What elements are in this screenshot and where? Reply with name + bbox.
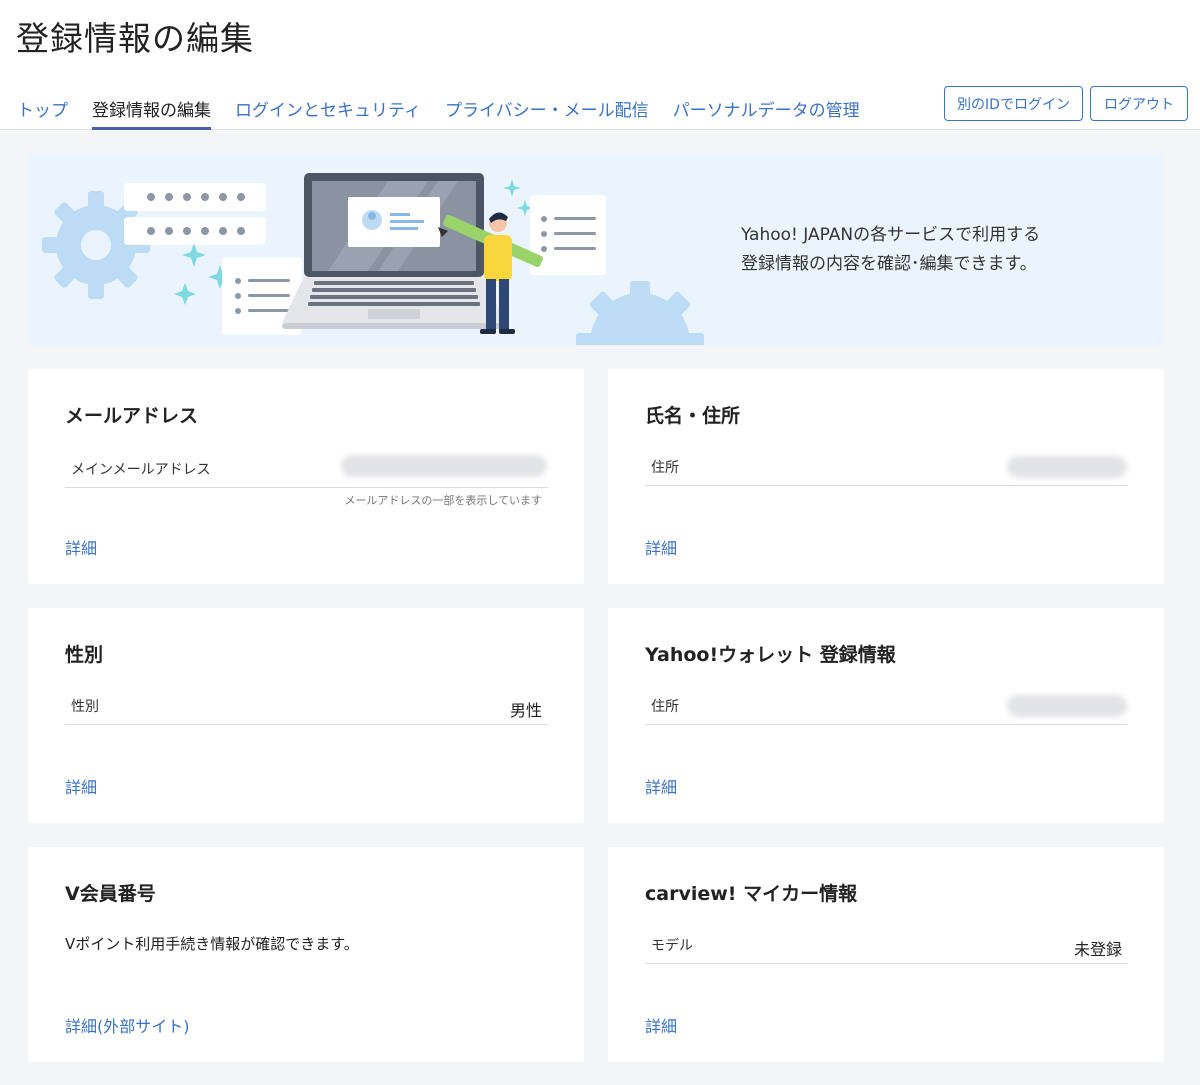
card-description: Vポイント利用手続き情報が確認できます。 [65,935,359,953]
email-partial-note: メールアドレスの一部を表示しています [344,494,542,507]
card-wallet: Yahoo!ウォレット 登録情報 住所 詳細 [608,608,1164,823]
masked-value [1007,695,1127,717]
logout-button[interactable]: ログアウト [1090,86,1188,121]
row-label: 住所 [651,460,679,476]
password-field-icon [124,183,266,245]
header: 登録情報の編集 トップ 登録情報の編集 ログインとセキュリティ プライバシー・メ… [0,0,1200,130]
email-row: メインメールアドレス メールアドレスの一部を表示しています [65,446,548,507]
tab-privacy-mail[interactable]: プライバシー・メール配信 [445,96,649,130]
masked-value [341,455,547,477]
list-card-icon [530,195,606,275]
row-value: 未登録 [1073,940,1122,959]
card-gender: 性別 性別 男性 詳細 [28,608,584,823]
masked-value [1007,456,1127,478]
address-row: 住所 [645,444,1128,486]
name-address-detail-link[interactable]: 詳細 [645,535,677,559]
gear-icon [576,281,704,345]
card-title: 氏名・住所 [645,405,741,427]
wallet-detail-link[interactable]: 詳細 [645,774,677,798]
login-other-id-button[interactable]: 別のIDでログイン [944,86,1083,121]
page-title: 登録情報の編集 [16,19,254,58]
row-label: メインメールアドレス [71,462,211,478]
main-content: Yahoo! JAPANの各サービスで利用する 登録情報の内容を確認･編集できま… [0,131,1200,1085]
card-title: carview! マイカー情報 [645,883,858,905]
card-title: 性別 [65,644,104,666]
card-email: メールアドレス メインメールアドレス メールアドレスの一部を表示しています 詳細 [28,369,584,584]
email-detail-link[interactable]: 詳細 [65,535,97,559]
row-value: 男性 [509,701,542,720]
banner-description: Yahoo! JAPANの各サービスで利用する 登録情報の内容を確認･編集できま… [741,221,1040,279]
tab-top[interactable]: トップ [17,96,68,130]
card-name-address: 氏名・住所 住所 詳細 [608,369,1164,584]
row-label: モデル [651,938,693,954]
card-title: V会員番号 [65,883,156,905]
car-model-row: モデル 未登録 [645,922,1128,964]
card-title: メールアドレス [65,405,199,427]
row-label: 住所 [651,699,679,715]
row-label: 性別 [71,699,99,715]
laptop-icon [282,173,506,329]
tab-edit-registration[interactable]: 登録情報の編集 [92,96,211,130]
gender-detail-link[interactable]: 詳細 [65,774,97,798]
tab-login-security[interactable]: ログインとセキュリティ [235,96,421,130]
wallet-address-row: 住所 [645,683,1128,725]
banner-line-2: 登録情報の内容を確認･編集できます。 [741,254,1037,274]
banner-line-1: Yahoo! JAPANの各サービスで利用する [741,225,1041,245]
intro-banner: Yahoo! JAPANの各サービスで利用する 登録情報の内容を確認･編集できま… [28,153,1164,345]
tab-personal-data[interactable]: パーソナルデータの管理 [673,96,860,130]
carview-detail-link[interactable]: 詳細 [645,1013,677,1037]
v-member-external-link[interactable]: 詳細(外部サイト) [65,1013,190,1037]
card-title: Yahoo!ウォレット 登録情報 [645,644,896,666]
card-v-member: V会員番号 Vポイント利用手続き情報が確認できます。 詳細(外部サイト) [28,847,584,1062]
gender-row: 性別 男性 [65,683,548,725]
card-carview: carview! マイカー情報 モデル 未登録 詳細 [608,847,1164,1062]
tab-bar: トップ 登録情報の編集 ログインとセキュリティ プライバシー・メール配信 パーソ… [17,96,884,130]
